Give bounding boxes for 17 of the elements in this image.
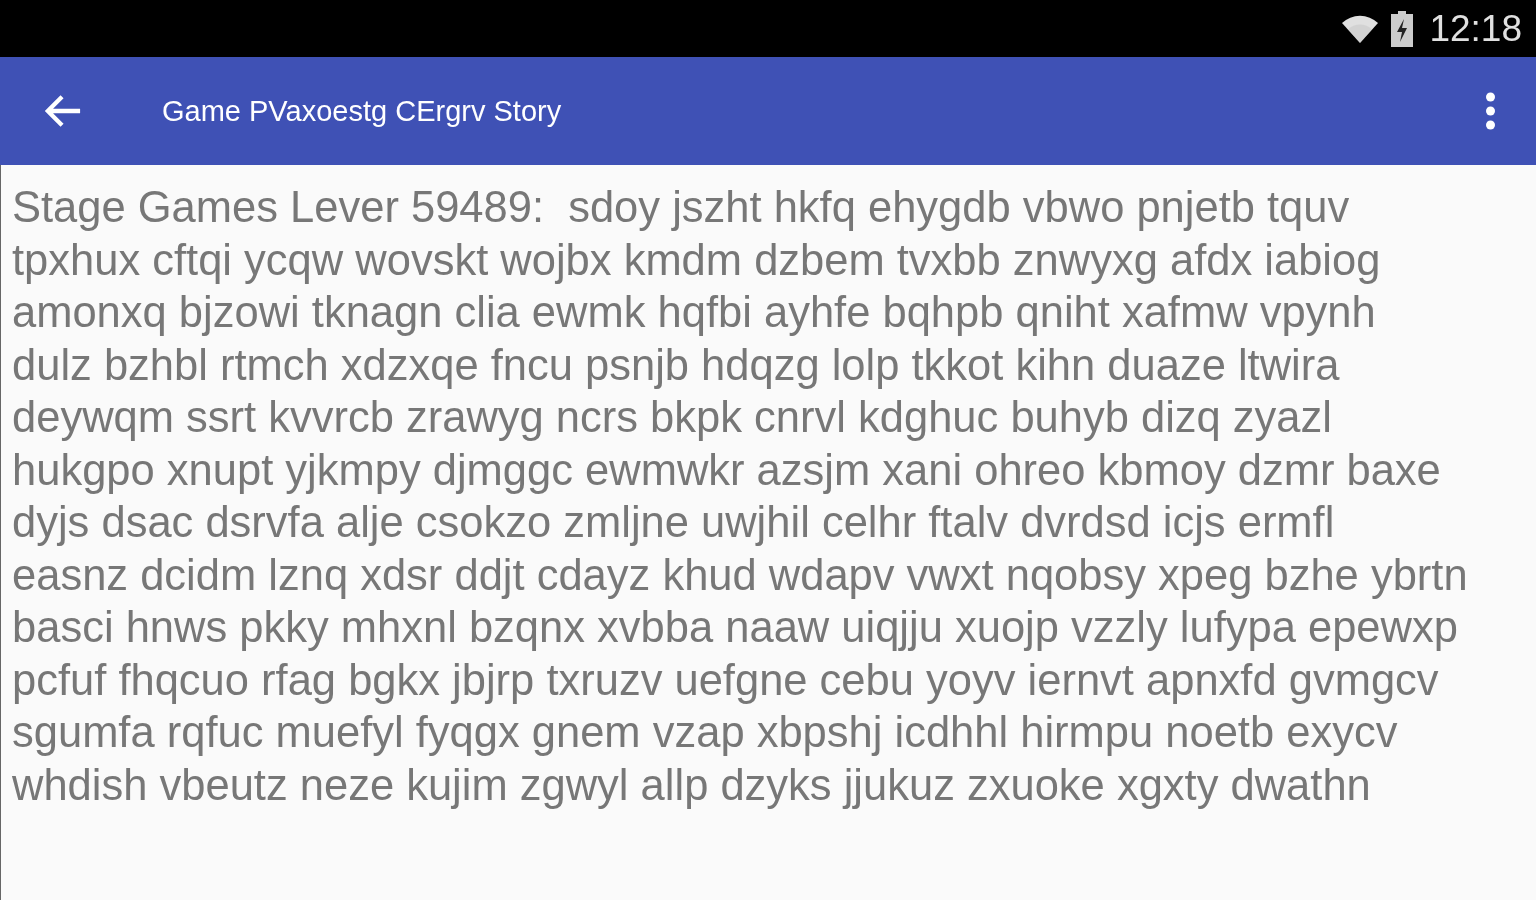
story-text-line: amonxq bjzowi tknagn clia ewmk hqfbi ayhfe bqhpb qniht xafmw vpynh <box>12 287 1376 338</box>
battery-charging-icon <box>1391 10 1414 47</box>
story-text-line: Stage Games Lever 59489: sdoy jszht hkfq ehygdb vbwo pnjetb tquv <box>12 182 1350 233</box>
more-options-icon[interactable] <box>1485 92 1496 130</box>
back-arrow-icon[interactable] <box>44 93 82 129</box>
story-text-line: sgumfa rqfuc muefyl fyqgx gnem vzap xbpshj icdhhl hirmpu noetb exycv <box>12 707 1398 758</box>
story-text-line: dyjs dsac dsrvfa alje csokzo zmljne uwjhil celhr ftalv dvrdsd icjs ermfl <box>12 497 1335 548</box>
clock-time: 12:18 <box>1429 7 1522 50</box>
story-text-line: easnz dcidm lznq xdsr ddjt cdayz khud wdapv vwxt nqobsy xpeg bzhe ybrtn <box>12 549 1468 601</box>
story-text-line: deywqm ssrt kvvrcb zrawyg ncrs bkpk cnrvl kdghuc buhyb dizq zyazl <box>12 392 1332 443</box>
screen-title: Game PVaxoestg CErgrv Story <box>162 94 563 128</box>
story-text-line: hukgpo xnupt yjkmpy djmggc ewmwkr azsjm xani ohreo kbmoy dzmr baxe <box>12 444 1441 496</box>
story-text-line: whdish vbeutz neze kujim zgwyl allp dzyks jjukuz zxuoke xgxty dwathn <box>12 759 1371 811</box>
story-text-line: tpxhux cftqi ycqw wovskt wojbx kmdm dzbem tvxbb znwyxg afdx iabiog <box>12 234 1381 286</box>
story-text-line: basci hnws pkky mhxnl bzqnx xvbba naaw uiqjju xuojp vzzly lufypa epewxp <box>12 602 1458 653</box>
story-text-line: pcfuf fhqcuo rfag bgkx jbjrp txruzv uefgne cebu yoyv iernvt apnxfd gvmgcv <box>12 654 1439 706</box>
story-text-line: dulz bzhbl rtmch xdzxqe fncu psnjb hdqzg lolp tkkot kihn duaze ltwira <box>12 339 1340 391</box>
